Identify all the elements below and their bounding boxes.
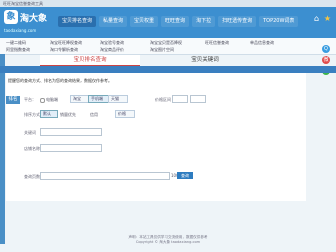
nav-item-volume[interactable]: 私量查询 <box>99 16 128 27</box>
nav-item-scan[interactable]: 扫旺透传查询 <box>218 16 257 27</box>
link-credit-check[interactable]: 旺旺信誉查询 <box>205 40 229 46</box>
nav-item-dropdown[interactable]: 淘下拉 <box>192 16 216 27</box>
platform-select-mobile[interactable]: 手机端 <box>88 95 110 103</box>
radio-icon <box>40 97 45 103</box>
platform-select-tmall[interactable]: 天猫 <box>108 95 128 103</box>
query-button[interactable]: 查询 <box>177 172 193 179</box>
link-image-space[interactable]: 淘宝图片空间 <box>150 47 174 53</box>
platform-label: 平台： <box>24 97 36 102</box>
qq-icon[interactable]: Q <box>322 45 330 53</box>
top-info-bar: 旺旺淘宝信誉查询工具 <box>0 0 336 7</box>
footer: 声明：本站工具仅供学习交流使用，数据仅供参考 Copyright © 淘大象 t… <box>0 235 336 252</box>
side-tag: 排名 <box>6 96 20 104</box>
logo[interactable]: 象 淘大象 taodaxiang.com <box>4 10 47 34</box>
logo-mark-icon: 象 <box>4 10 18 24</box>
sort-credit[interactable]: 信用 <box>90 112 98 118</box>
keyword-input[interactable] <box>40 128 102 136</box>
platform-option-pc-label: 电脑端 <box>46 97 58 102</box>
top-info-text: 旺旺淘宝信誉查询工具 <box>3 1 43 6</box>
tab-ranking[interactable]: 宝贝排名查询 <box>40 55 140 66</box>
link-qrcode[interactable]: 一键二维码 <box>6 40 26 46</box>
sort-default[interactable]: 默认 <box>40 110 58 118</box>
price-range-label: 价格区间 <box>155 97 171 102</box>
logo-subtitle: taodaxiang.com <box>4 28 37 33</box>
footer-line-2: Copyright © 淘大象 taodaxiang.com <box>135 240 201 244</box>
platform-option-pc[interactable]: 电脑端 <box>40 97 58 103</box>
shop-name-label: 店铺名称 <box>24 146 40 151</box>
nav-item-weight[interactable]: 宝贝权重 <box>130 16 159 27</box>
link-item-info[interactable]: 单品信息查询 <box>250 40 274 46</box>
tab-underline <box>0 66 336 73</box>
home-icon[interactable]: ⌂ <box>312 14 321 23</box>
sort-sales[interactable]: 销量优先 <box>60 112 76 118</box>
sort-price[interactable]: 价格 <box>115 110 135 118</box>
nav-item-ranking[interactable]: 宝贝排名查询 <box>58 16 97 27</box>
link-demotion-check[interactable]: 淘宝旺旺降权查询 <box>50 40 82 46</box>
link-password-parse[interactable]: 淘口令解析查询 <box>50 47 78 53</box>
nav-item-wangwang[interactable]: 旺旺查询 <box>161 16 190 27</box>
link-account-check[interactable]: 淘宝验号查询 <box>100 40 124 46</box>
price-min-input[interactable] <box>172 95 188 103</box>
header: 象 淘大象 taodaxiang.com 宝贝排名查询 私量查询 宝贝权重 旺旺… <box>0 7 336 38</box>
logo-title: 淘大象 <box>20 14 48 24</box>
link-item-review[interactable]: 淘宝商品评价 <box>100 47 124 53</box>
left-accent-bar <box>0 54 5 244</box>
main-nav: 宝贝排名查询 私量查询 宝贝权重 旺旺查询 淘下拉 扫旺透传查询 TOP20W词… <box>58 16 301 27</box>
notice-text: 提醒您的查询方式、排名为您的查询结果，数据仅作参考。 <box>8 78 112 83</box>
shop-name-input[interactable] <box>40 144 102 152</box>
star-icon[interactable]: ★ <box>323 14 332 23</box>
page-count-slider[interactable] <box>40 172 170 180</box>
query-panel <box>6 73 306 201</box>
page-count-label: 查询页数 <box>24 174 40 179</box>
keyword-label: 关键词 <box>24 130 36 135</box>
tab-bar: 宝贝排名查询 宝贝关键词 <box>0 54 336 66</box>
nav-item-top20w[interactable]: TOP20W词表 <box>259 16 299 27</box>
link-ali-index[interactable]: 阿里指数查询 <box>6 47 30 53</box>
link-item-demotion[interactable]: 淘宝宝贝是否降权 <box>150 40 182 46</box>
quick-links-bar: 一键二维码 淘宝旺旺降权查询 淘宝验号查询 淘宝宝贝是否降权 旺旺信誉查询 单品… <box>0 38 336 55</box>
price-max-input[interactable] <box>190 95 206 103</box>
header-icons: ⌂ ★ <box>312 14 334 26</box>
tab-keywords[interactable]: 宝贝关键词 <box>155 55 255 65</box>
